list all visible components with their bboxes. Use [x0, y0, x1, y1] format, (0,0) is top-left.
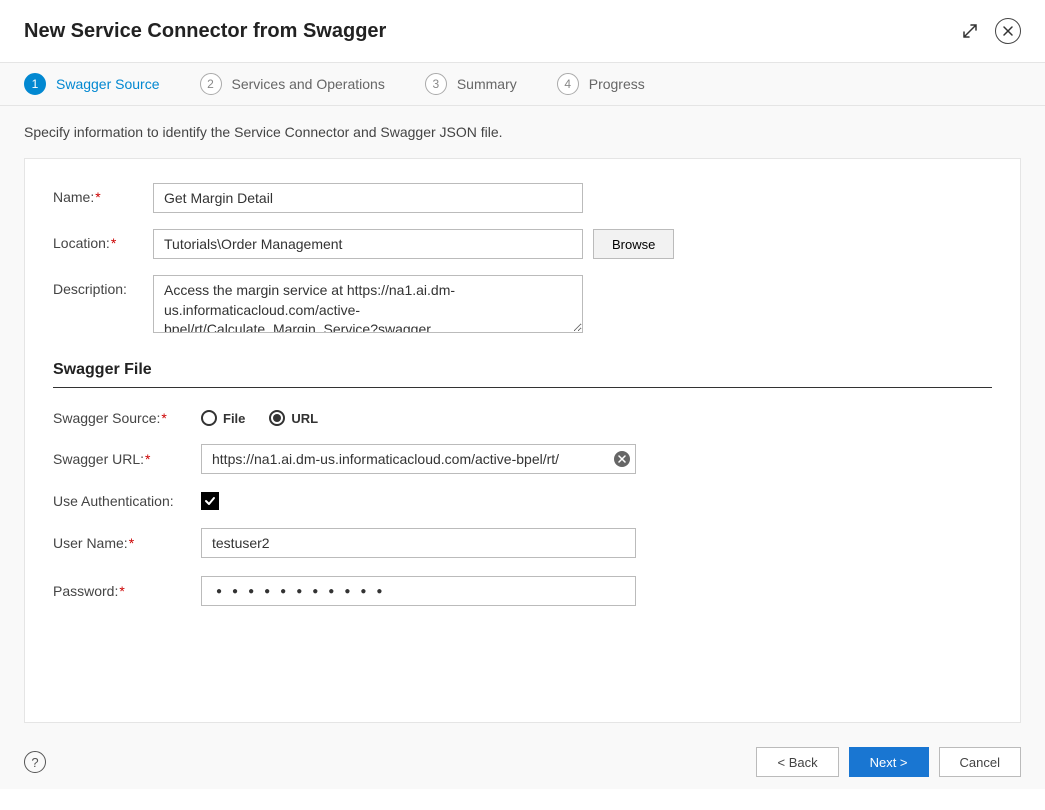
swagger-file-heading: Swagger File — [53, 361, 992, 379]
use-auth-checkbox[interactable] — [201, 492, 219, 510]
wizard-steps: 1 Swagger Source 2 Services and Operatio… — [0, 62, 1045, 106]
browse-button[interactable]: Browse — [593, 229, 674, 259]
radio-icon — [201, 410, 217, 426]
section-divider — [53, 387, 992, 388]
step-label: Progress — [589, 76, 645, 92]
expand-icon[interactable] — [957, 18, 983, 44]
step-number: 1 — [24, 73, 46, 95]
clear-icon[interactable] — [614, 451, 630, 467]
close-icon[interactable] — [995, 18, 1021, 44]
swagger-source-label: Swagger Source:* — [53, 410, 201, 426]
step-progress[interactable]: 4 Progress — [557, 73, 645, 95]
swagger-url-input[interactable] — [201, 444, 636, 474]
cancel-button[interactable]: Cancel — [939, 747, 1021, 777]
location-label: Location:* — [53, 229, 153, 251]
step-number: 3 — [425, 73, 447, 95]
radio-file[interactable]: File — [201, 410, 245, 426]
radio-url[interactable]: URL — [269, 410, 318, 426]
step-services-operations[interactable]: 2 Services and Operations — [200, 73, 385, 95]
step-label: Summary — [457, 76, 517, 92]
radio-url-label: URL — [291, 411, 318, 426]
next-button[interactable]: Next > — [849, 747, 929, 777]
radio-file-label: File — [223, 411, 245, 426]
username-input[interactable] — [201, 528, 636, 558]
step-label: Swagger Source — [56, 76, 160, 92]
password-input[interactable]: ●●●●●●●●●●● — [201, 576, 636, 606]
step-summary[interactable]: 3 Summary — [425, 73, 517, 95]
name-label: Name:* — [53, 183, 153, 205]
use-auth-label: Use Authentication: — [53, 493, 201, 509]
name-input[interactable] — [153, 183, 583, 213]
help-icon[interactable]: ? — [24, 751, 46, 773]
location-input[interactable] — [153, 229, 583, 259]
step-number: 4 — [557, 73, 579, 95]
step-number: 2 — [200, 73, 222, 95]
description-label: Description: — [53, 275, 153, 297]
back-button[interactable]: < Back — [756, 747, 838, 777]
dialog-title: New Service Connector from Swagger — [24, 20, 386, 43]
radio-icon — [269, 410, 285, 426]
description-input[interactable]: Access the margin service at https://na1… — [153, 275, 583, 333]
username-label: User Name:* — [53, 535, 201, 551]
step-swagger-source[interactable]: 1 Swagger Source — [24, 73, 160, 95]
password-label: Password:* — [53, 583, 201, 599]
form-panel: Name:* Location:* Browse Description: Ac… — [24, 158, 1021, 723]
step-label: Services and Operations — [232, 76, 385, 92]
swagger-url-label: Swagger URL:* — [53, 451, 201, 467]
instruction-text: Specify information to identify the Serv… — [0, 106, 1045, 158]
